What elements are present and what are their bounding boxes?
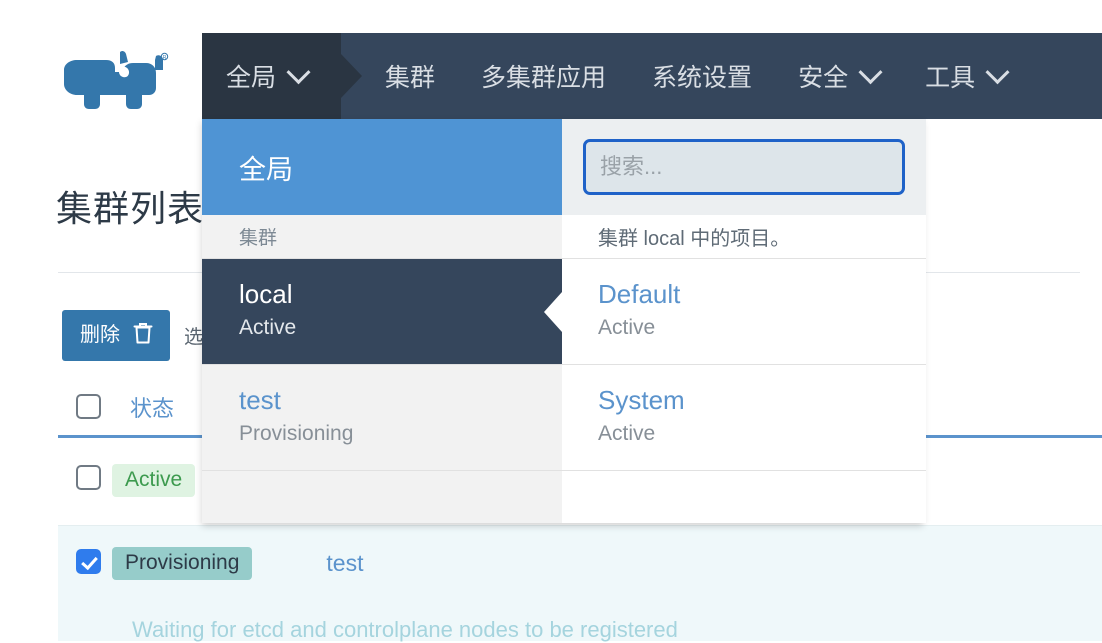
cluster-item-test[interactable]: test Provisioning (202, 365, 562, 471)
nav-item-multi-cluster-apps[interactable]: 多集群应用 (481, 58, 606, 94)
nav-item-tools[interactable]: 工具 (925, 58, 1006, 94)
navbar-context-switcher[interactable]: 全局 (202, 33, 341, 119)
chevron-down-icon (286, 60, 310, 84)
rancher-cow-logo[interactable]: R (60, 48, 180, 110)
top-navbar: 全局 集群 多集群应用 系统设置 安全 工具 (202, 33, 1102, 119)
dropdown-section-clusters: 集群 (202, 215, 562, 259)
cluster-item-name: local (239, 279, 562, 310)
delete-button-label: 删除 (80, 325, 120, 345)
dropdown-item-global-label: 全局 (239, 148, 293, 187)
status-badge: Active (112, 464, 195, 497)
cluster-name-link[interactable]: test (326, 550, 363, 577)
selected-arrow-icon (544, 292, 562, 332)
row-select-cell (58, 549, 112, 579)
nav-item-clusters[interactable]: 集群 (385, 58, 435, 94)
cluster-item-name: test (239, 385, 562, 416)
select-all-checkbox[interactable] (76, 394, 101, 419)
dropdown-search-area (562, 119, 926, 215)
page-title: 集群列表 (56, 180, 204, 232)
search-input[interactable] (583, 139, 905, 195)
select-all-cell (58, 394, 130, 419)
trash-icon (132, 321, 154, 349)
nav-item-label: 安全 (798, 58, 848, 94)
chevron-down-icon (986, 60, 1010, 84)
nav-item-label: 多集群应用 (481, 58, 606, 94)
cluster-item-local[interactable]: local Active (202, 259, 562, 365)
page-toolbar: 删除 选 (62, 310, 203, 361)
project-item-state: Active (598, 420, 926, 448)
project-item-system[interactable]: System Active (562, 365, 926, 471)
table-row-content: Provisioning test (58, 526, 363, 580)
project-item-state: Active (598, 314, 926, 342)
project-item-name: System (598, 385, 926, 416)
toolbar-hint: 选 (184, 322, 203, 349)
cluster-item-state: Active (239, 314, 562, 342)
nav-item-security[interactable]: 安全 (798, 58, 879, 94)
nav-item-system-settings[interactable]: 系统设置 (652, 58, 752, 94)
row-checkbox[interactable] (76, 549, 101, 574)
dropdown-section-projects: 集群 local 中的项目。 (562, 215, 926, 259)
project-item-default[interactable]: Default Active (562, 259, 926, 365)
dropdown-item-global[interactable]: 全局 (202, 119, 562, 215)
nav-item-label: 集群 (385, 58, 435, 94)
dropdown-projects-column: 集群 local 中的项目。 Default Active System Act… (562, 119, 926, 523)
navbar-context-label: 全局 (226, 58, 276, 94)
status-badge: Provisioning (112, 547, 252, 580)
row-status-message: Waiting for etcd and controlplane nodes … (132, 617, 678, 643)
chevron-down-icon (859, 60, 883, 84)
project-item-name: Default (598, 279, 926, 310)
column-header-state[interactable]: 状态 (130, 391, 174, 423)
dropdown-clusters-column: 全局 集群 local Active test Provisioning (202, 119, 562, 523)
nav-item-label: 系统设置 (652, 58, 752, 94)
svg-text:R: R (163, 55, 167, 61)
row-checkbox[interactable] (76, 465, 101, 490)
navbar-items: 集群 多集群应用 系统设置 安全 工具 (341, 33, 1006, 119)
cluster-project-dropdown: 全局 集群 local Active test Provisioning 集群 … (202, 119, 923, 523)
nav-item-label: 工具 (925, 58, 975, 94)
delete-button[interactable]: 删除 (62, 310, 170, 361)
cluster-item-state: Provisioning (239, 420, 562, 448)
row-select-cell (58, 465, 112, 495)
